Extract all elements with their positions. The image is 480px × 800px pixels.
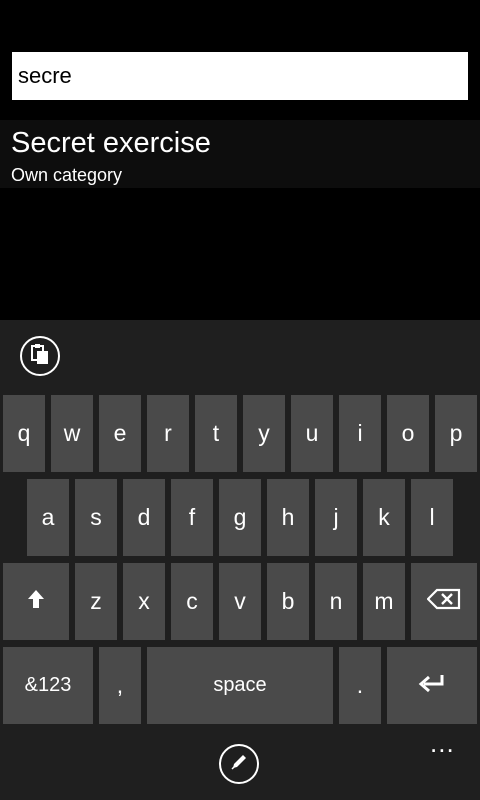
key-o[interactable]: o: [387, 395, 429, 472]
search-box[interactable]: [12, 52, 468, 100]
search-input[interactable]: [18, 63, 468, 89]
pen-icon: [229, 752, 249, 777]
enter-key[interactable]: [387, 647, 477, 724]
key-b[interactable]: b: [267, 563, 309, 640]
period-key[interactable]: .: [339, 647, 381, 724]
key-a[interactable]: a: [27, 479, 69, 556]
key-p[interactable]: p: [435, 395, 477, 472]
key-q[interactable]: q: [3, 395, 45, 472]
space-key[interactable]: space: [147, 647, 333, 724]
clipboard-icon: [30, 343, 50, 370]
key-x[interactable]: x: [123, 563, 165, 640]
key-t[interactable]: t: [195, 395, 237, 472]
key-j[interactable]: j: [315, 479, 357, 556]
backspace-icon: [426, 588, 461, 616]
key-w[interactable]: w: [51, 395, 93, 472]
key-h[interactable]: h: [267, 479, 309, 556]
key-d[interactable]: d: [123, 479, 165, 556]
key-z[interactable]: z: [75, 563, 117, 640]
key-m[interactable]: m: [363, 563, 405, 640]
result-item[interactable]: Secret exercise Own category: [0, 120, 480, 188]
key-u[interactable]: u: [291, 395, 333, 472]
key-y[interactable]: y: [243, 395, 285, 472]
key-r[interactable]: r: [147, 395, 189, 472]
pen-button[interactable]: [219, 744, 259, 784]
backspace-key[interactable]: [411, 563, 477, 640]
key-g[interactable]: g: [219, 479, 261, 556]
shift-arrow-icon: [26, 588, 46, 616]
key-n[interactable]: n: [315, 563, 357, 640]
key-e[interactable]: e: [99, 395, 141, 472]
key-k[interactable]: k: [363, 479, 405, 556]
key-c[interactable]: c: [171, 563, 213, 640]
shift-key[interactable]: [3, 563, 69, 640]
key-i[interactable]: i: [339, 395, 381, 472]
more-options-button[interactable]: ...: [430, 730, 455, 756]
comma-key[interactable]: ,: [99, 647, 141, 724]
enter-icon: [418, 672, 446, 699]
key-v[interactable]: v: [219, 563, 261, 640]
clipboard-button[interactable]: [20, 336, 60, 376]
symbols-key[interactable]: &123: [3, 647, 93, 724]
result-title: Secret exercise: [11, 127, 211, 159]
key-s[interactable]: s: [75, 479, 117, 556]
on-screen-keyboard: q w e r t y u i o p a s d f g h j k l z …: [0, 320, 480, 800]
key-l[interactable]: l: [411, 479, 453, 556]
result-subtitle: Own category: [11, 165, 123, 185]
key-f[interactable]: f: [171, 479, 213, 556]
